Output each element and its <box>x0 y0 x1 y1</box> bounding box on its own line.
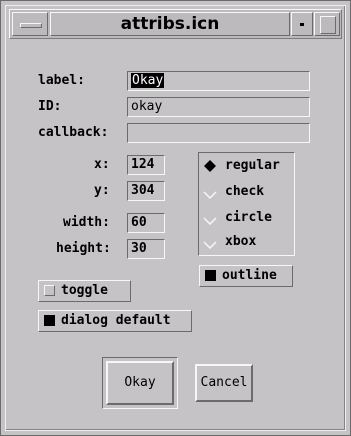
radio-xbox-label: xbox <box>225 234 257 249</box>
outline-checkbox-label: outline <box>222 268 277 283</box>
title-bar[interactable]: attribs.icn <box>9 9 342 39</box>
diamond-unselected-icon <box>203 191 217 199</box>
maximize-icon <box>320 16 336 34</box>
toggle-checkbox-label: toggle <box>61 283 108 298</box>
label-input[interactable]: Okay <box>127 71 310 91</box>
maximize-button[interactable] <box>314 12 340 36</box>
dialog-default-checkbox[interactable]: dialog default <box>38 310 192 332</box>
window-title[interactable]: attribs.icn <box>50 12 290 36</box>
height-field-label: height: <box>56 241 111 256</box>
unchecked-indicator-icon <box>44 285 55 296</box>
diamond-unselected-icon <box>203 217 217 225</box>
height-input[interactable]: 30 <box>127 239 165 259</box>
width-field-label: width: <box>63 215 110 230</box>
id-field-label: ID: <box>38 99 62 114</box>
checked-indicator-icon <box>205 270 216 281</box>
outline-checkbox[interactable]: outline <box>199 265 293 287</box>
width-input[interactable]: 60 <box>127 213 165 233</box>
attributes-dialog-window: attribs.icn label: Okay ID: okay callbac… <box>0 0 351 436</box>
diamond-selected-icon <box>204 160 216 172</box>
radio-check-label: check <box>225 184 265 199</box>
cancel-button[interactable]: Cancel <box>195 364 253 402</box>
style-radio-group: regular check circle xbox <box>198 152 295 256</box>
label-input-value: Okay <box>131 73 165 88</box>
dialog-default-checkbox-label: dialog default <box>61 313 171 328</box>
id-input[interactable]: okay <box>127 97 310 117</box>
window-menu-icon <box>20 23 42 28</box>
radio-circle-label: circle <box>225 210 272 225</box>
y-input[interactable]: 304 <box>127 181 165 201</box>
label-field-label: label: <box>38 73 85 88</box>
callback-field-label: callback: <box>38 125 109 140</box>
window-menu-button[interactable] <box>12 12 48 36</box>
x-field-label: x: <box>94 157 110 172</box>
okay-button[interactable]: Okay <box>106 361 174 405</box>
callback-input[interactable] <box>127 123 310 143</box>
radio-regular-label: regular <box>225 158 280 173</box>
minimize-icon <box>300 23 304 26</box>
x-input[interactable]: 124 <box>127 155 165 175</box>
minimize-button[interactable] <box>291 12 313 36</box>
diamond-unselected-icon <box>203 241 217 249</box>
toggle-checkbox[interactable]: toggle <box>38 280 131 302</box>
y-field-label: y: <box>94 183 110 198</box>
checked-indicator-icon <box>44 315 55 326</box>
